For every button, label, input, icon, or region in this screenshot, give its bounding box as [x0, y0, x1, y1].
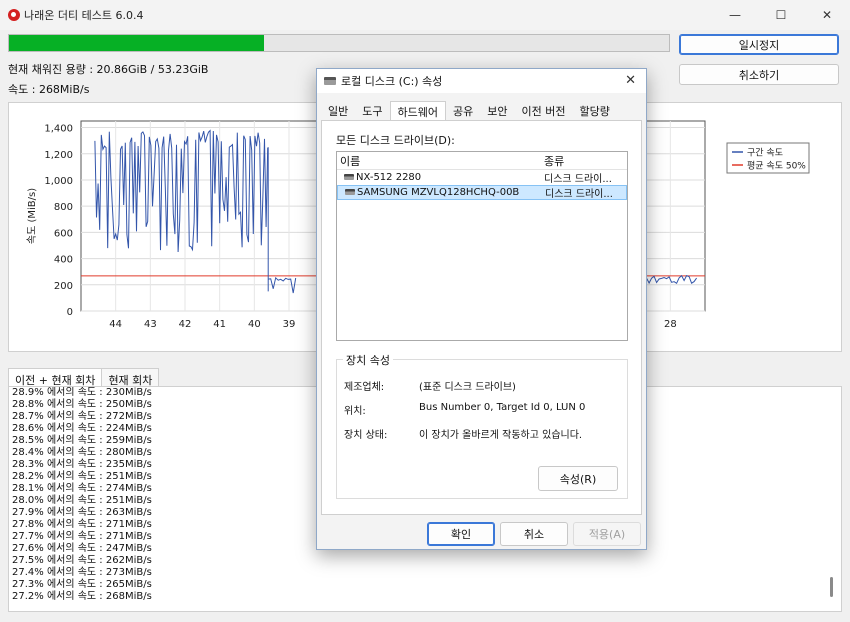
apply-button[interactable]: 적용(A)	[573, 522, 641, 546]
device-status-row: 장치 상태: 이 장치가 올바르게 작동하고 있습니다.	[344, 426, 582, 441]
log-line: 27.2% 에서의 속도 : 268MiB/s	[12, 591, 152, 602]
drive-icon	[324, 77, 336, 85]
column-name[interactable]: 이름	[337, 153, 542, 169]
column-type[interactable]: 종류	[542, 153, 627, 169]
tab-6[interactable]: 할당량	[572, 101, 616, 121]
pause-button[interactable]: 일시정지	[679, 34, 839, 55]
y-tick-label: 800	[54, 202, 73, 213]
drive-row-selected[interactable]: SAMSUNG MZVLQ128HCHQ-00B 디스크 드라이...	[337, 185, 627, 200]
progress-bar	[8, 34, 670, 52]
legend-label: 구간 속도	[747, 148, 783, 159]
x-tick-label: 44	[109, 319, 122, 330]
drive-row[interactable]: NX-512 2280 디스크 드라이...	[337, 170, 627, 185]
tab-3[interactable]: 공유	[446, 101, 480, 121]
app-icon	[8, 9, 20, 21]
y-tick-label: 1,200	[44, 150, 73, 161]
y-tick-label: 1,000	[44, 176, 73, 187]
cancel-button[interactable]: 취소	[500, 522, 568, 546]
tab-1[interactable]: 도구	[355, 101, 389, 121]
hardware-tab-panel: 모든 디스크 드라이브(D): 이름 종류 NX-512 2280 디스크 드라…	[321, 120, 642, 515]
properties-dialog: 로컬 디스크 (C:) 속성 ✕ 일반 도구 하드웨어 공유 보안 이전 버전 할당량 모든…	[316, 68, 647, 550]
prop-value: (표준 디스크 드라이브)	[419, 382, 516, 393]
drive-name: NX-512 2280	[356, 172, 422, 183]
y-tick-label: 400	[54, 255, 73, 266]
all-drives-label: 모든 디스크 드라이브(D):	[336, 134, 455, 147]
location-row: 위치: Bus Number 0, Target Id 0, LUN 0	[344, 402, 585, 417]
prop-label: 제조업체:	[344, 382, 385, 393]
drive-list[interactable]: 이름 종류 NX-512 2280 디스크 드라이... SAMSUNG MZV…	[336, 151, 628, 341]
prop-value: 이 장치가 올바르게 작동하고 있습니다.	[419, 430, 583, 441]
app-title: 나래온 더티 테스트 6.0.4	[24, 9, 144, 22]
properties-button[interactable]: 속성(R)	[538, 466, 618, 491]
x-tick-label: 42	[179, 319, 192, 330]
x-tick-label: 40	[248, 319, 261, 330]
dialog-title-bar: 로컬 디스크 (C:) 속성 ✕	[317, 69, 646, 93]
prop-value: Bus Number 0, Target Id 0, LUN 0	[419, 402, 586, 413]
x-tick-label: 41	[213, 319, 226, 330]
close-button[interactable]: ✕	[804, 0, 850, 30]
drive-type: 디스크 드라이...	[544, 174, 612, 185]
prop-label: 장치 상태:	[344, 430, 388, 441]
progress-fill	[9, 35, 264, 51]
device-properties-label: 장치 속성	[343, 352, 393, 368]
x-tick-label: 39	[283, 319, 296, 330]
legend-label: 평균 속도 50%	[747, 161, 806, 172]
speed-text: 속도 : 268MiB/s	[8, 83, 90, 96]
list-header: 이름 종류	[337, 152, 627, 170]
dialog-title: 로컬 디스크 (C:) 속성	[341, 75, 443, 88]
y-tick-label: 200	[54, 281, 73, 292]
prop-label: 위치:	[344, 406, 366, 417]
log-line: 27.3% 에서의 속도 : 265MiB/s	[12, 579, 152, 590]
manufacturer-row: 제조업체: (표준 디스크 드라이브)	[344, 378, 516, 393]
maximize-button[interactable]: ☐	[758, 0, 804, 30]
dialog-close-icon[interactable]: ✕	[625, 73, 636, 88]
log-line: 27.5% 에서의 속도 : 262MiB/s	[12, 555, 152, 566]
tab-5[interactable]: 이전 버전	[514, 101, 572, 121]
y-tick-label: 0	[67, 307, 73, 318]
dialog-tabs: 일반 도구 하드웨어 공유 보안 이전 버전 할당량	[321, 101, 617, 121]
x-tick-label: 28	[664, 319, 677, 330]
log-line: 27.4% 에서의 속도 : 273MiB/s	[12, 567, 152, 578]
tab-2[interactable]: 하드웨어	[389, 101, 446, 121]
x-tick-label: 43	[144, 319, 157, 330]
y-axis-label: 속도 (MiB/s)	[26, 188, 38, 244]
device-properties-group: 장치 속성 제조업체: (표준 디스크 드라이브) 위치: Bus Number…	[336, 352, 628, 499]
filled-capacity-text: 현재 채워진 용량 : 20.86GiB / 53.23GiB	[8, 63, 209, 76]
minimize-button[interactable]: —	[712, 0, 758, 30]
drive-type: 디스크 드라이...	[545, 189, 613, 200]
log-scrollbar[interactable]	[830, 577, 833, 597]
y-tick-label: 600	[54, 228, 73, 239]
drive-name: SAMSUNG MZVLQ128HCHQ-00B	[357, 187, 520, 198]
cancel-test-button[interactable]: 취소하기	[679, 64, 839, 85]
tab-0[interactable]: 일반	[321, 101, 355, 121]
disk-icon	[344, 174, 354, 180]
title-bar: 나래온 더티 테스트 6.0.4 — ☐ ✕	[0, 0, 850, 30]
disk-icon	[345, 189, 355, 195]
tab-4[interactable]: 보안	[480, 101, 514, 121]
y-tick-label: 1,400	[44, 124, 73, 135]
ok-button[interactable]: 확인	[427, 522, 495, 546]
